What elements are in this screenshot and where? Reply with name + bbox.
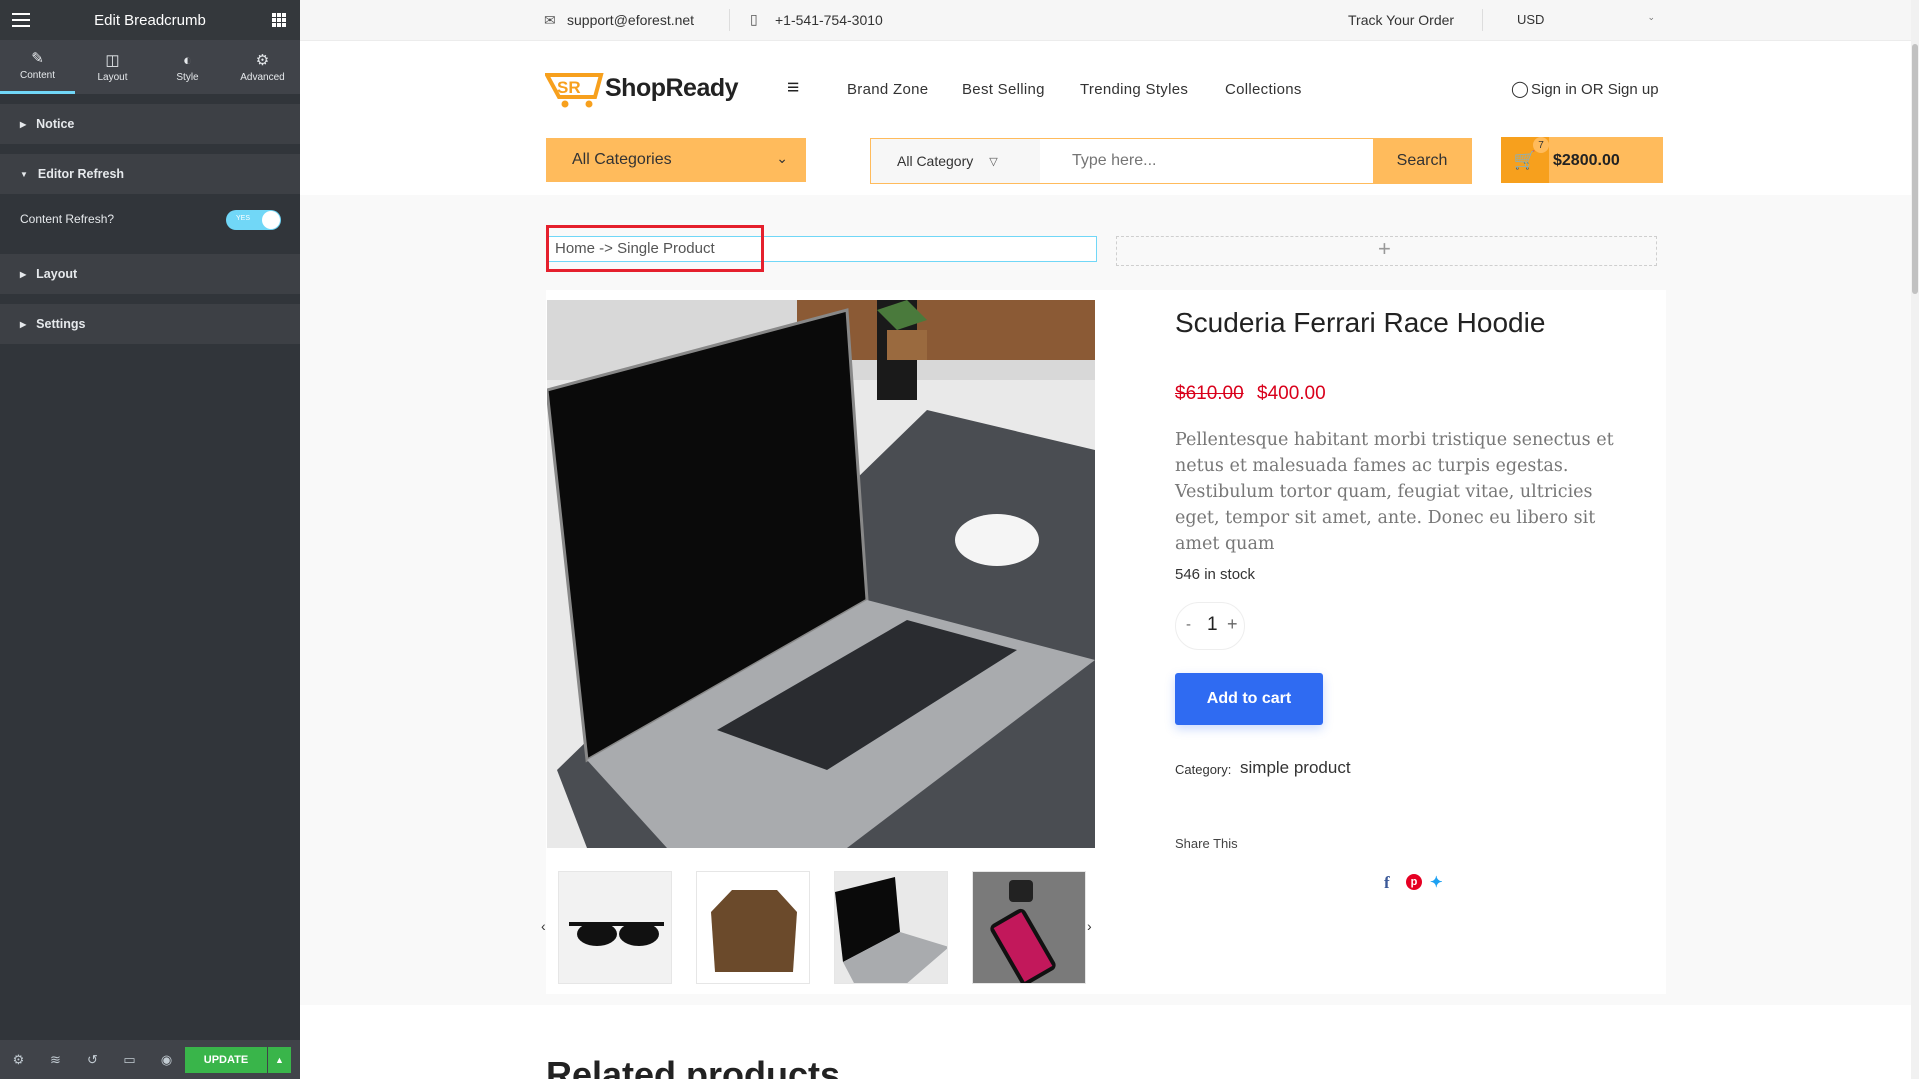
section-settings-label: Settings bbox=[36, 317, 86, 331]
chevron-down-icon: ⌄ bbox=[1647, 12, 1655, 22]
all-categories-dropdown[interactable]: All Categories ⌄ bbox=[546, 138, 806, 182]
related-products-heading: Related products bbox=[546, 1054, 841, 1079]
pinterest-icon[interactable]: p bbox=[1406, 874, 1422, 890]
chevron-down-icon: ⌄ bbox=[776, 150, 788, 166]
product-thumbnail-phone[interactable] bbox=[972, 871, 1086, 984]
scrollbar-thumb[interactable] bbox=[1912, 44, 1918, 294]
toggle-knob bbox=[262, 211, 280, 229]
section-editor-refresh-label: Editor Refresh bbox=[37, 167, 125, 181]
product-description: Pellentesque habitant morbi tristique se… bbox=[1175, 430, 1614, 554]
support-phone[interactable]: +1-541-754-3010 bbox=[775, 12, 883, 28]
currency-value: USD bbox=[1517, 12, 1545, 27]
phone-icon: ▯ bbox=[750, 11, 758, 27]
pencil-icon: ✎ bbox=[31, 50, 44, 67]
section-layout-label: Layout bbox=[36, 267, 78, 281]
category-link[interactable]: simple product bbox=[1240, 758, 1351, 778]
settings-icon[interactable]: ⚙ bbox=[0, 1052, 37, 1068]
quantity-value[interactable]: 1 bbox=[1207, 614, 1218, 636]
section-layout[interactable]: ▶ Layout bbox=[0, 254, 300, 294]
quantity-plus-button[interactable]: + bbox=[1227, 614, 1238, 635]
thumb-prev-icon[interactable]: ‹ bbox=[541, 918, 546, 934]
toggle-text: YES bbox=[236, 215, 251, 222]
track-order-link[interactable]: Track Your Order bbox=[1348, 12, 1454, 28]
widgets-grid-icon[interactable] bbox=[272, 13, 286, 27]
contrast-icon: ◐ bbox=[182, 51, 193, 69]
search-input[interactable] bbox=[1042, 139, 1372, 183]
product-thumbnail-laptop[interactable] bbox=[834, 871, 948, 984]
update-button[interactable]: UPDATE bbox=[185, 1047, 267, 1073]
menu-bars-icon[interactable]: ≡ bbox=[787, 76, 799, 100]
twitter-icon[interactable]: ✦ bbox=[1430, 873, 1443, 891]
hamburger-menu-icon[interactable] bbox=[12, 13, 30, 27]
thumb-next-icon[interactable]: › bbox=[1087, 918, 1092, 934]
search-category-select[interactable]: All Category ▽ bbox=[870, 138, 1040, 184]
content-refresh-toggle[interactable]: YES bbox=[226, 210, 281, 230]
caret-right-icon: ▶ bbox=[20, 119, 27, 129]
facebook-icon[interactable]: f bbox=[1384, 873, 1390, 893]
tab-style-label: Style bbox=[176, 71, 199, 83]
stock-status: 546 in stock bbox=[1175, 566, 1256, 583]
top-bar bbox=[300, 0, 1919, 41]
tab-style[interactable]: ◐ Style bbox=[150, 40, 225, 94]
history-icon[interactable]: ↺ bbox=[74, 1052, 111, 1068]
cart-count-badge: 7 bbox=[1533, 137, 1549, 153]
user-icon: ◯ bbox=[1511, 81, 1529, 98]
tab-content-label: Content bbox=[19, 70, 56, 81]
nav-brand-zone[interactable]: Brand Zone bbox=[847, 81, 928, 98]
caret-right-icon: ▶ bbox=[20, 319, 27, 329]
product-thumbnail-sunglasses[interactable] bbox=[558, 871, 672, 984]
support-email[interactable]: support@eforest.net bbox=[567, 12, 694, 28]
svg-text:SR: SR bbox=[557, 78, 581, 97]
section-notice-label: Notice bbox=[36, 117, 75, 131]
tab-layout[interactable]: ◫ Layout bbox=[75, 40, 150, 94]
cart-button[interactable]: 🛒 7 $2800.00 bbox=[1501, 137, 1663, 183]
share-label: Share This bbox=[1175, 836, 1238, 851]
nav-trending-styles[interactable]: Trending Styles bbox=[1080, 81, 1188, 98]
category-label: Category: bbox=[1175, 762, 1232, 777]
section-editor-refresh[interactable]: ▼ Editor Refresh bbox=[0, 154, 300, 194]
product-thumbnail-sweater[interactable] bbox=[696, 871, 810, 984]
product-title: Scuderia Ferrari Race Hoodie bbox=[1175, 307, 1546, 338]
navigator-icon[interactable]: ≋ bbox=[37, 1052, 74, 1068]
tab-content[interactable]: ✎ Content bbox=[0, 40, 75, 94]
product-main-image[interactable] bbox=[547, 300, 1095, 848]
currency-select[interactable]: USD ⌄ bbox=[1500, 8, 1665, 32]
divider bbox=[729, 9, 730, 31]
tab-advanced-label: Advanced bbox=[240, 71, 285, 83]
caret-right-icon: ▶ bbox=[20, 269, 27, 279]
gear-icon: ⚙ bbox=[255, 51, 270, 69]
update-options-caret-icon[interactable]: ▲ bbox=[268, 1047, 291, 1073]
quantity-minus-button[interactable]: - bbox=[1186, 616, 1191, 633]
panel-header: Edit Breadcrumb bbox=[0, 0, 300, 40]
add-to-cart-button[interactable]: Add to cart bbox=[1175, 673, 1323, 725]
panel-tabs: ✎ Content ◫ Layout ◐ Style ⚙ Advanced bbox=[0, 40, 300, 94]
all-categories-label: All Categories bbox=[572, 151, 672, 168]
layout-icon: ◫ bbox=[105, 51, 120, 69]
editor-panel: Edit Breadcrumb ✎ Content ◫ Layout ◐ Sty… bbox=[0, 0, 300, 1079]
caret-down-icon: ▽ bbox=[989, 155, 998, 168]
panel-title: Edit Breadcrumb bbox=[94, 11, 206, 29]
mail-icon: ✉ bbox=[544, 12, 556, 28]
search-button[interactable]: Search bbox=[1373, 138, 1471, 184]
preview-eye-icon[interactable]: ◉ bbox=[148, 1052, 185, 1068]
section-notice[interactable]: ▶ Notice bbox=[0, 104, 300, 144]
search-category-value: All Category bbox=[897, 153, 974, 169]
nav-best-selling[interactable]: Best Selling bbox=[962, 81, 1045, 98]
highlight-annotation bbox=[546, 225, 764, 272]
old-price: $610.00 bbox=[1175, 383, 1244, 404]
tab-layout-label: Layout bbox=[97, 71, 128, 83]
logo-text: ShopReady bbox=[605, 74, 739, 102]
caret-down-icon: ▼ bbox=[20, 169, 28, 179]
add-widget-plus-icon[interactable]: + bbox=[1378, 236, 1391, 262]
content-refresh-label: Content Refresh? bbox=[20, 212, 115, 226]
responsive-icon[interactable]: ▭ bbox=[111, 1052, 148, 1068]
signin-link[interactable]: Sign in OR Sign up bbox=[1531, 81, 1659, 98]
divider bbox=[1482, 9, 1483, 31]
tab-advanced[interactable]: ⚙ Advanced bbox=[225, 40, 300, 94]
cart-total: $2800.00 bbox=[1553, 152, 1620, 169]
nav-collections[interactable]: Collections bbox=[1225, 81, 1302, 98]
sale-price: $400.00 bbox=[1257, 383, 1326, 404]
section-settings[interactable]: ▶ Settings bbox=[0, 304, 300, 344]
